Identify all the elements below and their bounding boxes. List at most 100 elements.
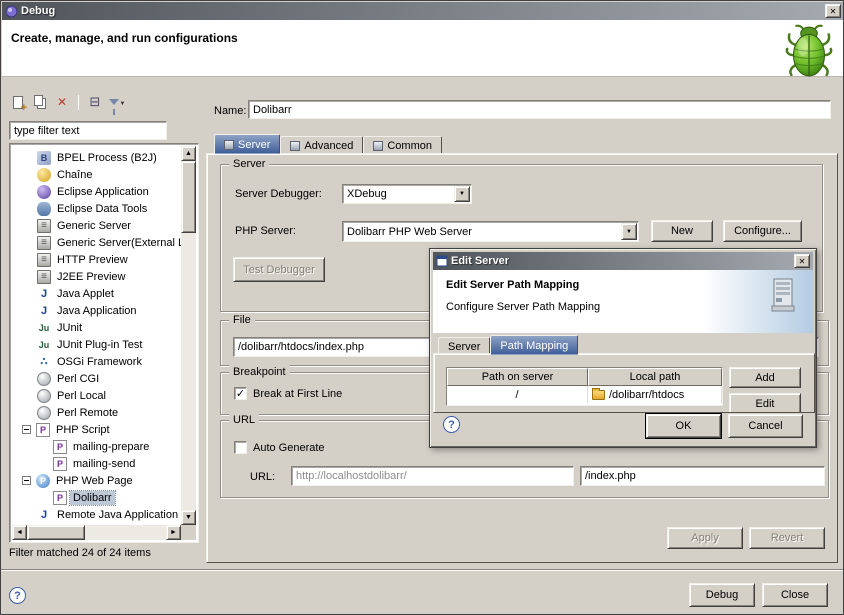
tree-item-mailing-send[interactable]: mailing-send bbox=[12, 455, 181, 472]
tree-item-perl-remote[interactable]: Perl Remote bbox=[12, 404, 181, 421]
tree-item-label: Eclipse Application bbox=[54, 185, 152, 199]
tree-item-eclipse-application[interactable]: Eclipse Application bbox=[12, 183, 181, 200]
banner-title: Create, manage, and run configurations bbox=[11, 31, 238, 45]
path-on-server-header[interactable]: Path on server bbox=[447, 368, 588, 386]
php-web-icon bbox=[36, 474, 50, 488]
tree-item-bpel-process-b2j[interactable]: BPEL Process (B2J) bbox=[12, 149, 181, 166]
tree-item-junit[interactable]: JUnit bbox=[12, 319, 181, 336]
edit-server-dialog: Edit Server Edit Server Path Mapping Con… bbox=[429, 248, 817, 448]
tree-item-perl-local[interactable]: Perl Local bbox=[12, 387, 181, 404]
debug-button[interactable]: Debug bbox=[689, 583, 755, 607]
tree-horizontal-scrollbar[interactable] bbox=[12, 525, 181, 540]
new-config-button[interactable] bbox=[9, 93, 27, 111]
vertical-scroll-thumb[interactable] bbox=[181, 161, 196, 233]
tree-expander-icon[interactable] bbox=[22, 425, 31, 434]
tree-item-cha-ne[interactable]: Chaîne bbox=[12, 166, 181, 183]
tree-item-junit-plug-in-test[interactable]: JUnit Plug-in Test bbox=[12, 336, 181, 353]
tree-item-osgi-framework[interactable]: OSGi Framework bbox=[12, 353, 181, 370]
tree-item-dolibarr[interactable]: Dolibarr bbox=[12, 489, 181, 506]
php-server-label: PHP Server: bbox=[235, 225, 296, 237]
duplicate-config-button[interactable] bbox=[31, 93, 49, 111]
tree-item-j2ee-preview[interactable]: J2EE Preview bbox=[12, 268, 181, 285]
server-debugger-combo[interactable]: XDebug bbox=[342, 184, 472, 204]
config-toolbar bbox=[9, 91, 126, 113]
name-input[interactable] bbox=[248, 100, 831, 119]
filter-input[interactable] bbox=[9, 121, 167, 140]
tree-expander-icon[interactable] bbox=[22, 476, 31, 485]
cancel-button[interactable]: Cancel bbox=[728, 414, 803, 438]
tab-label: Advanced bbox=[304, 140, 353, 152]
tree-item-mailing-prepare[interactable]: mailing-prepare bbox=[12, 438, 181, 455]
server-debugger-value: XDebug bbox=[342, 184, 472, 204]
tree-item-remote-java-application[interactable]: Remote Java Application bbox=[12, 506, 181, 523]
tree-item-label: HTTP Preview bbox=[54, 253, 131, 267]
new-server-button[interactable]: New bbox=[651, 220, 713, 242]
server-debugger-dropdown-button[interactable] bbox=[454, 186, 470, 202]
close-button[interactable]: Close bbox=[762, 583, 828, 607]
tree-item-label: Java Application bbox=[54, 304, 140, 318]
tree-item-http-preview[interactable]: HTTP Preview bbox=[12, 251, 181, 268]
tree-item-label: PHP Script bbox=[53, 423, 113, 437]
tree-item-label: mailing-send bbox=[70, 457, 138, 471]
duplicate-config-icon bbox=[34, 95, 43, 106]
perl-local-icon bbox=[37, 389, 51, 403]
ok-button[interactable]: OK bbox=[646, 414, 721, 438]
tree-item-label: Perl Local bbox=[54, 389, 109, 403]
php-server-combo[interactable]: Dolibarr PHP Web Server bbox=[342, 221, 639, 242]
add-mapping-button[interactable]: Add bbox=[729, 367, 801, 388]
tree-item-java-applet[interactable]: Java Applet bbox=[12, 285, 181, 302]
tab-server[interactable]: Server bbox=[214, 134, 280, 154]
scroll-left-button[interactable] bbox=[12, 525, 27, 540]
tree-item-perl-cgi[interactable]: Perl CGI bbox=[12, 370, 181, 387]
tree-item-java-application[interactable]: Java Application bbox=[12, 302, 181, 319]
generic-server-ext-icon bbox=[37, 236, 51, 250]
dialog-help-button[interactable] bbox=[443, 416, 460, 433]
tab-label: Server bbox=[448, 341, 480, 353]
mapping-table-row[interactable]: //dolibarr/htdocs bbox=[447, 386, 722, 403]
debug-bug-icon bbox=[784, 22, 834, 78]
collapse-all-button[interactable] bbox=[86, 93, 104, 111]
window-titlebar[interactable]: Debug bbox=[2, 2, 844, 20]
tree-item-eclipse-data-tools[interactable]: Eclipse Data Tools bbox=[12, 200, 181, 217]
data-tools-icon bbox=[37, 202, 51, 216]
scroll-down-button[interactable] bbox=[181, 510, 196, 525]
tab-path-mapping[interactable]: Path Mapping bbox=[490, 335, 578, 355]
edit-server-titlebar[interactable]: Edit Server bbox=[433, 252, 813, 270]
configure-server-button[interactable]: Configure... bbox=[723, 220, 802, 242]
tree-item-label: OSGi Framework bbox=[54, 355, 145, 369]
footer-separator bbox=[1, 569, 844, 571]
file-group-title: File bbox=[229, 313, 255, 327]
edit-server-tabs: Server Path Mapping bbox=[438, 335, 578, 355]
edit-mapping-button[interactable]: Edit bbox=[729, 393, 801, 413]
tree-item-generic-server-external-la[interactable]: Generic Server(External La bbox=[12, 234, 181, 251]
tree-item-php-script[interactable]: PHP Script bbox=[12, 421, 181, 438]
auto-generate-checkbox[interactable] bbox=[234, 441, 247, 454]
scroll-up-button[interactable] bbox=[181, 146, 196, 161]
window-close-button[interactable] bbox=[825, 4, 841, 18]
break-first-line-checkbox[interactable] bbox=[234, 387, 247, 400]
path-mapping-pane: Path on server Local path //dolibarr/htd… bbox=[433, 353, 815, 413]
edit-server-window-icon bbox=[436, 255, 448, 267]
local-path-header[interactable]: Local path bbox=[588, 368, 722, 386]
tree-item-generic-server[interactable]: Generic Server bbox=[12, 217, 181, 234]
tree-vertical-scrollbar[interactable] bbox=[181, 146, 196, 525]
java-app-icon bbox=[37, 304, 51, 318]
url-path-input[interactable] bbox=[580, 466, 825, 486]
tree-item-php-web-page[interactable]: PHP Web Page bbox=[12, 472, 181, 489]
delete-config-button[interactable] bbox=[53, 93, 71, 111]
tab-advanced[interactable]: Advanced bbox=[280, 136, 363, 154]
php-script-icon bbox=[36, 423, 50, 437]
delete-config-icon bbox=[57, 95, 67, 109]
advanced-tab-icon bbox=[290, 141, 300, 151]
break-first-line-label: Break at First Line bbox=[253, 388, 342, 400]
edit-server-close-button[interactable] bbox=[794, 254, 810, 268]
url-base-input bbox=[291, 466, 574, 486]
tab-common[interactable]: Common bbox=[363, 136, 442, 154]
horizontal-scroll-thumb[interactable] bbox=[27, 525, 85, 540]
new-config-icon bbox=[13, 96, 23, 109]
scroll-right-button[interactable] bbox=[166, 525, 181, 540]
php-server-dropdown-button[interactable] bbox=[621, 223, 637, 240]
help-button[interactable] bbox=[9, 587, 26, 604]
java-applet-icon bbox=[37, 287, 51, 301]
filter-button[interactable] bbox=[108, 93, 126, 111]
